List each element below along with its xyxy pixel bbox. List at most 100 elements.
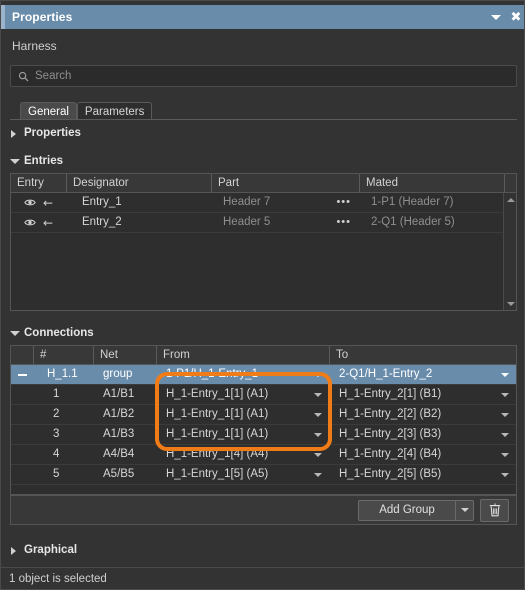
cell-to: H_1-Entry_2[3] (B3) (339, 428, 442, 440)
col-mated[interactable]: Mated (359, 174, 504, 193)
tree-line (11, 425, 33, 444)
col-entry[interactable]: Entry (11, 174, 66, 193)
cell-from: H_1-Entry_1[1] (A1) (166, 388, 269, 400)
group-collapse-button[interactable] (11, 365, 33, 384)
cell-net: A5/B5 (103, 468, 135, 480)
chevron-down-icon (460, 508, 469, 512)
from-dropdown[interactable]: H_1-Entry_1[4] (A4) (156, 445, 329, 464)
from-dropdown[interactable]: H_1-Entry_1[1] (A1) (156, 385, 329, 404)
object-type-label: Harness (12, 39, 57, 53)
cell-mated: 1-P1 (Header 7) (371, 196, 454, 208)
cell-number: H_1.1 (47, 368, 78, 380)
arrow-left-icon[interactable]: ← (43, 217, 53, 229)
close-button[interactable]: ✖ (506, 5, 524, 29)
connections-table-header: # Net From To (11, 346, 516, 365)
eye-icon[interactable] (24, 198, 36, 207)
to-dropdown[interactable]: H_1-Entry_2[3] (B3) (329, 425, 516, 444)
tree-line (11, 405, 33, 424)
cell-net: A1/B2 (103, 408, 135, 420)
from-dropdown-group[interactable]: 1-P1/H_1-Entry_1 (156, 365, 329, 384)
entries-table-header: Entry Designator Part Mated (11, 174, 516, 193)
tab-general[interactable]: General (20, 102, 77, 120)
chevron-down-icon (501, 392, 509, 397)
table-row[interactable]: ← Entry_1 Header 7 ••• 1-P1 (Header 7) (11, 193, 516, 213)
add-group-button[interactable]: Add Group (358, 499, 474, 521)
add-group-label: Add Group (379, 504, 435, 516)
table-row[interactable]: 4 A4/B4 H_1-Entry_1[4] (A4) H_1-Entry_2[… (11, 445, 516, 465)
status-bar: 1 object is selected (1, 567, 524, 589)
tab-bar: General Parameters (20, 101, 153, 120)
search-input[interactable]: Search (10, 65, 517, 87)
cell-from: H_1-Entry_1[4] (A4) (166, 448, 269, 460)
section-label-properties: Properties (24, 127, 81, 139)
arrow-left-icon[interactable]: ← (43, 197, 53, 209)
delete-button[interactable] (480, 498, 509, 522)
triangle-up-icon (506, 197, 515, 202)
part-more-button[interactable]: ••• (311, 213, 359, 232)
search-icon (18, 71, 29, 82)
section-label-connections: Connections (24, 327, 94, 339)
cell-net: group (103, 368, 133, 380)
chevron-down-icon (501, 372, 509, 377)
chevron-down-icon (501, 432, 509, 437)
add-group-dropdown-button[interactable] (455, 500, 473, 520)
panel-menu-button[interactable] (486, 5, 506, 29)
to-dropdown-group[interactable]: 2-Q1/H_1-Entry_2 (329, 365, 516, 384)
table-row[interactable]: 1 A1/B1 H_1-Entry_1[1] (A1) H_1-Entry_2[… (11, 385, 516, 405)
section-header-properties[interactable]: Properties (10, 127, 81, 139)
cell-number: 4 (53, 448, 60, 460)
cell-net: A1/B3 (103, 428, 135, 440)
scroll-up-button[interactable] (504, 193, 516, 206)
from-dropdown[interactable]: H_1-Entry_1[1] (A1) (156, 405, 329, 424)
col-number[interactable]: # (33, 346, 93, 365)
cell-number: 1 (53, 388, 60, 400)
chevron-down-icon (314, 412, 322, 417)
tab-underline (10, 119, 517, 120)
cell-to: H_1-Entry_2[2] (B2) (339, 408, 442, 420)
panel-titlebar: Properties ✖ (1, 5, 524, 29)
section-header-graphical[interactable]: Graphical (10, 544, 77, 556)
entries-scrollbar[interactable] (503, 193, 516, 310)
tree-line (11, 465, 33, 484)
entry-icons-cell: ← (11, 193, 66, 212)
col-part[interactable]: Part (211, 174, 359, 193)
cell-part: Header 7 (223, 196, 271, 208)
chevron-down-icon (501, 472, 509, 477)
tab-parameters[interactable]: Parameters (76, 102, 153, 120)
to-dropdown[interactable]: H_1-Entry_2[4] (B4) (329, 445, 516, 464)
tree-line (11, 385, 33, 404)
part-more-button[interactable]: ••• (311, 193, 359, 212)
from-dropdown[interactable]: H_1-Entry_1[5] (A5) (156, 465, 329, 484)
chevron-down-icon (314, 472, 322, 477)
titlebar-accent-strip (1, 5, 5, 29)
entry-icons-cell: ← (11, 213, 66, 232)
cell-from: H_1-Entry_1[1] (A1) (166, 428, 269, 440)
eye-icon[interactable] (24, 218, 36, 227)
col-from[interactable]: From (156, 346, 329, 365)
col-designator[interactable]: Designator (66, 174, 211, 193)
table-row[interactable]: 5 A5/B5 H_1-Entry_1[5] (A5) H_1-Entry_2[… (11, 465, 516, 485)
to-dropdown[interactable]: H_1-Entry_2[2] (B2) (329, 405, 516, 424)
cell-net: A1/B1 (103, 388, 135, 400)
close-icon: ✖ (510, 9, 522, 25)
chevron-down-icon (314, 372, 322, 377)
col-spacer (504, 174, 516, 193)
col-net[interactable]: Net (93, 346, 156, 365)
cell-from: 1-P1/H_1-Entry_1 (166, 368, 259, 380)
table-row[interactable]: 3 A1/B3 H_1-Entry_1[1] (A1) H_1-Entry_2[… (11, 425, 516, 445)
col-to[interactable]: To (329, 346, 516, 365)
chevron-down-icon (314, 392, 322, 397)
section-header-connections[interactable]: Connections (10, 327, 94, 339)
cell-part: Header 5 (223, 216, 271, 228)
section-label-graphical: Graphical (24, 544, 78, 556)
from-dropdown[interactable]: H_1-Entry_1[1] (A1) (156, 425, 329, 444)
table-row[interactable]: ← Entry_2 Header 5 ••• 2-Q1 (Header 5) (11, 213, 516, 233)
table-row-group[interactable]: H_1.1 group 1-P1/H_1-Entry_1 2-Q1/H_1-En… (11, 365, 516, 385)
to-dropdown[interactable]: H_1-Entry_2[1] (B1) (329, 385, 516, 404)
to-dropdown[interactable]: H_1-Entry_2[5] (B5) (329, 465, 516, 484)
scroll-down-button[interactable] (504, 297, 516, 310)
chevron-down-icon (314, 432, 322, 437)
section-header-entries[interactable]: Entries (10, 155, 63, 167)
chevron-down-icon (10, 157, 20, 166)
table-row[interactable]: 2 A1/B2 H_1-Entry_1[1] (A1) H_1-Entry_2[… (11, 405, 516, 425)
